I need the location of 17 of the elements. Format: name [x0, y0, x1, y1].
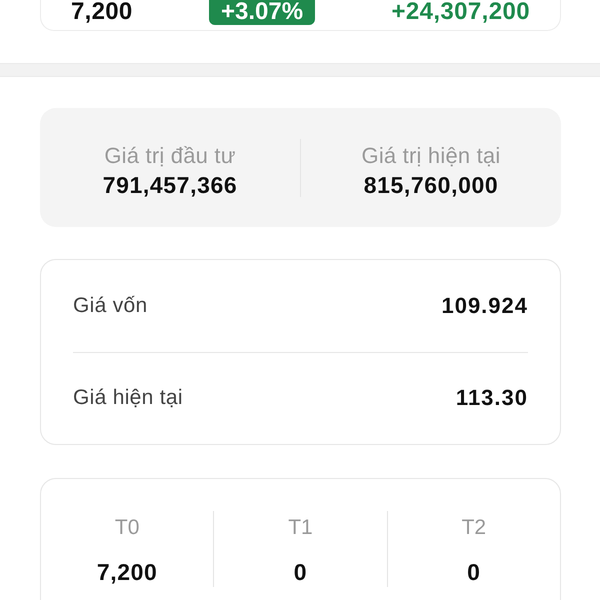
stat-value: 791,457,366	[102, 170, 238, 198]
stat-label: Giá trị hiện tại	[362, 142, 500, 168]
holding-quantity: 7,200	[71, 0, 133, 24]
stat-label: Giá trị đầu tư	[104, 142, 236, 168]
price-value: 113.30	[456, 385, 528, 412]
settlement-value: 7,200	[96, 558, 158, 586]
stat-value: 815,760,000	[364, 170, 498, 198]
settlement-label: T1	[288, 515, 313, 541]
settlement-value: 0	[467, 558, 481, 586]
price-label: Giá vốn	[73, 294, 148, 318]
price-value: 109.924	[441, 292, 528, 319]
profit-amount: +24,307,200	[391, 0, 530, 24]
price-label: Giá hiện tại	[73, 386, 183, 410]
settlement-value: 0	[294, 558, 308, 586]
settlement-label: T2	[462, 515, 486, 541]
settlement-label: T0	[114, 515, 140, 541]
change-percent-badge: +3.07%	[208, 0, 316, 25]
